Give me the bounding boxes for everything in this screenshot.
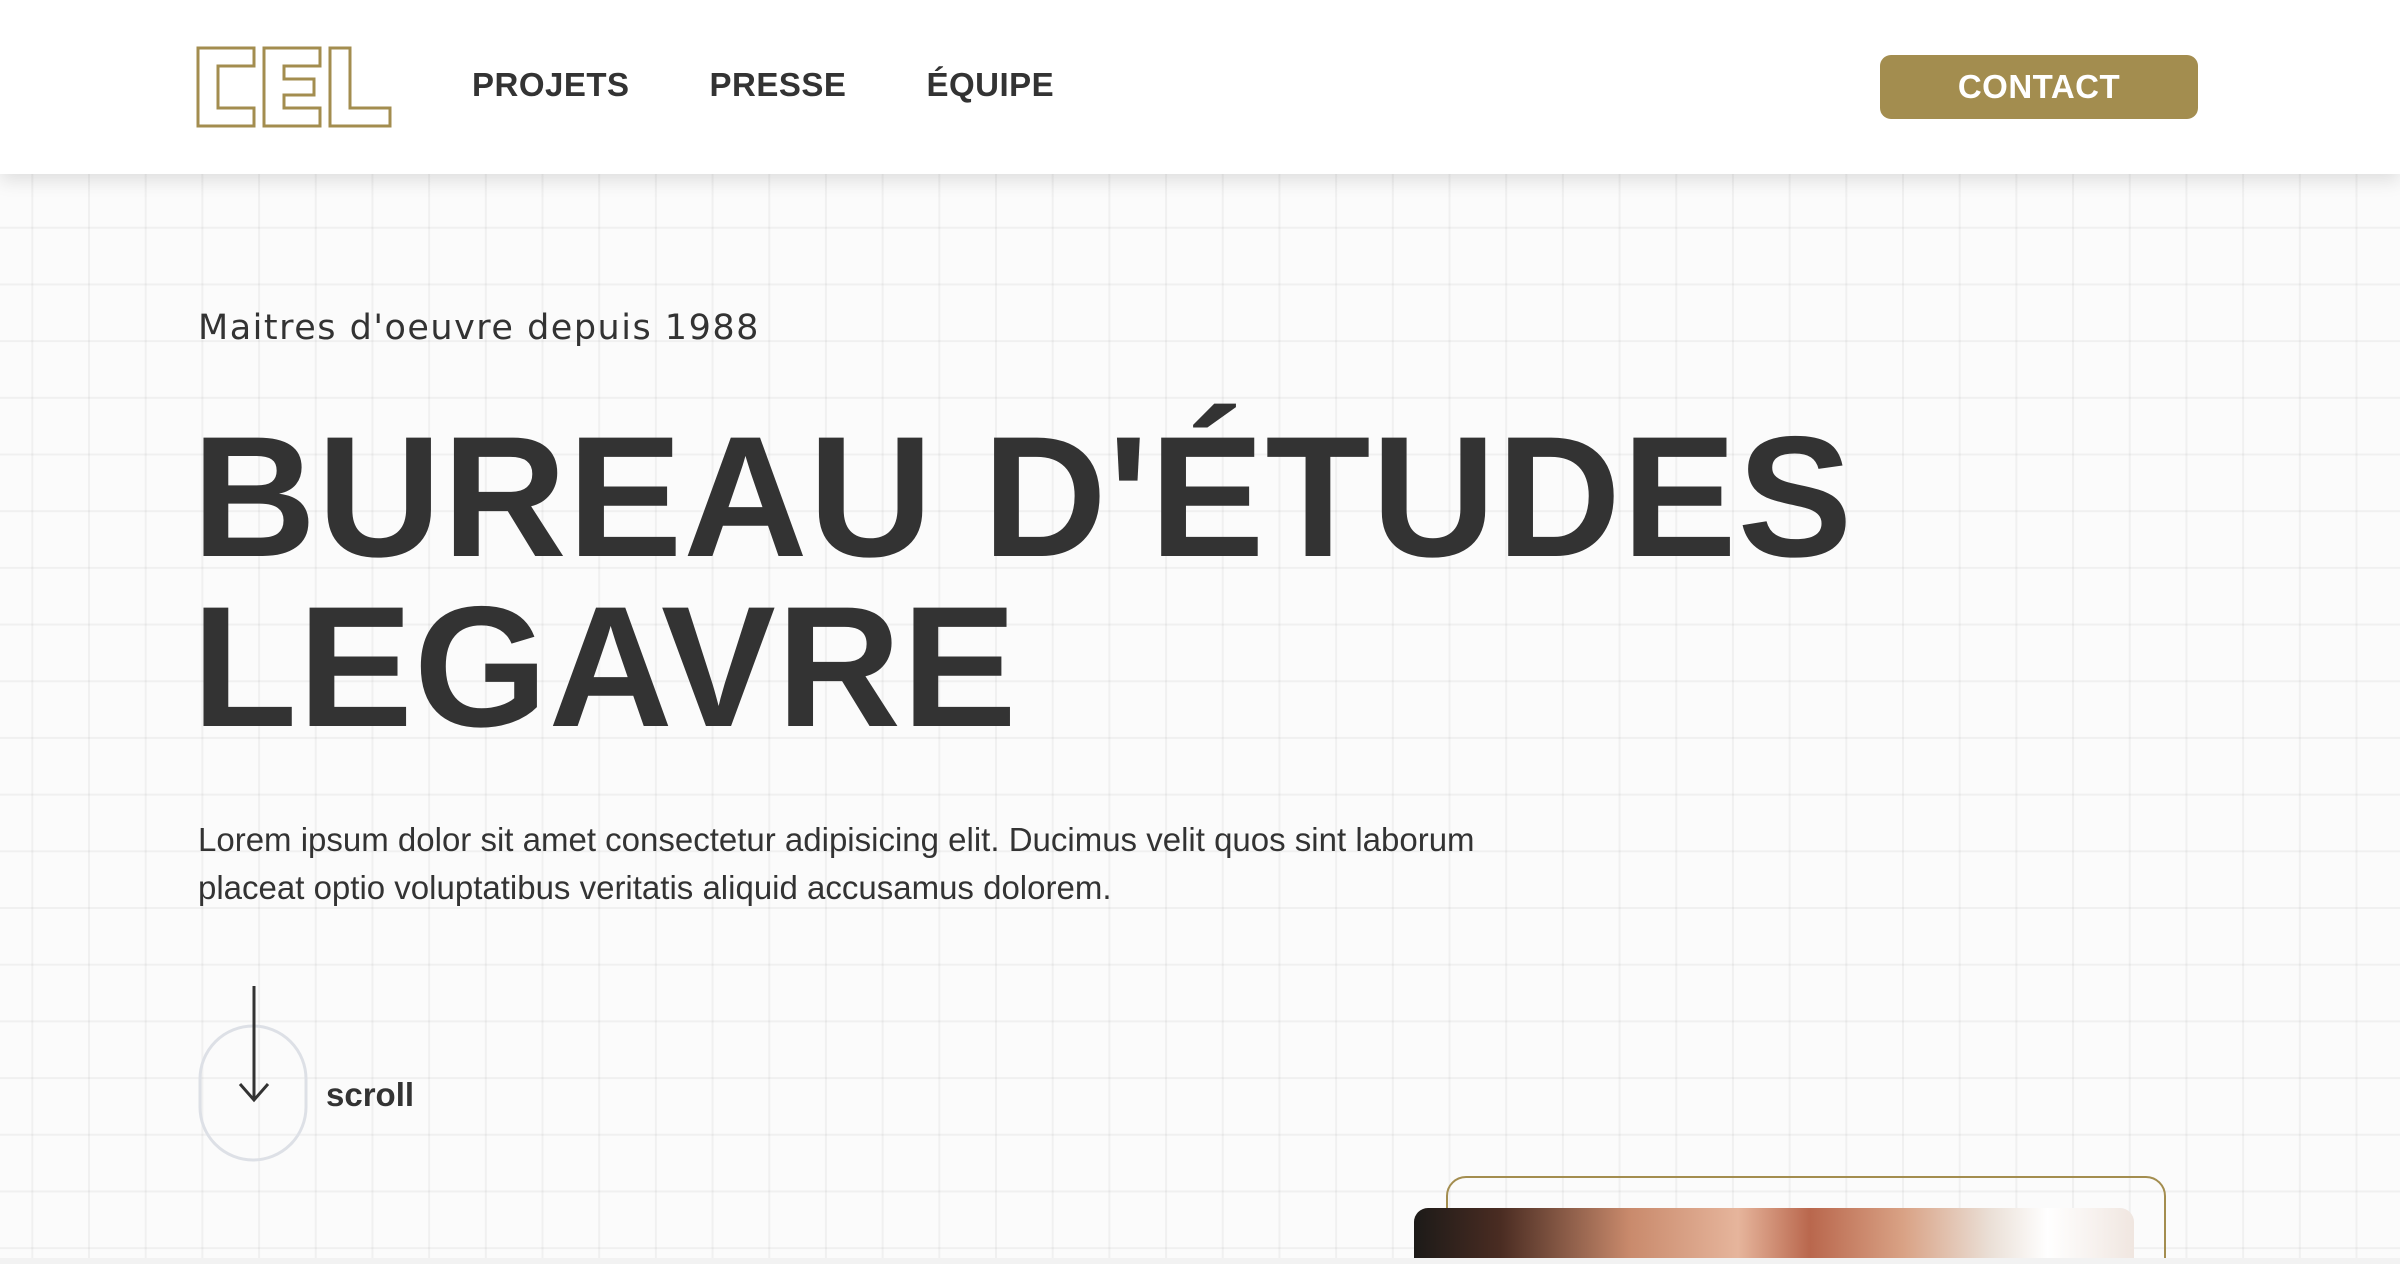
scroll-label: scroll xyxy=(326,1076,415,1113)
hero-photo xyxy=(1414,1208,2134,1264)
hero-description-line-2: placeat optio voluptatibus veritatis ali… xyxy=(198,869,1112,906)
contact-button[interactable]: CONTACT xyxy=(1880,55,2198,119)
hero-description: Lorem ipsum dolor sit amet consectetur a… xyxy=(198,816,1598,912)
nav-presse[interactable]: PRESSE xyxy=(710,66,847,104)
nav-equipe[interactable]: ÉQUIPE xyxy=(926,66,1054,104)
cel-logo[interactable] xyxy=(196,46,392,128)
scroll-mouse-icon xyxy=(198,986,308,1162)
page-title-line-2: LEGAVRE xyxy=(192,571,1018,763)
hero-tagline: Maitres d'oeuvre depuis 1988 xyxy=(198,308,760,348)
page-title: BUREAU D'ÉTUDES LEGAVRE xyxy=(192,401,1992,763)
site-header: PROJETS PRESSE ÉQUIPE CONTACT xyxy=(0,0,2400,174)
nav-projets[interactable]: PROJETS xyxy=(472,66,630,104)
page-title-line-1: BUREAU D'ÉTUDES xyxy=(192,401,1854,593)
page-edge xyxy=(0,1258,2400,1264)
main-nav: PROJETS PRESSE ÉQUIPE xyxy=(472,66,1054,104)
hero-description-line-1: Lorem ipsum dolor sit amet consectetur a… xyxy=(198,821,1475,858)
scroll-indicator[interactable]: scroll xyxy=(198,984,498,1164)
